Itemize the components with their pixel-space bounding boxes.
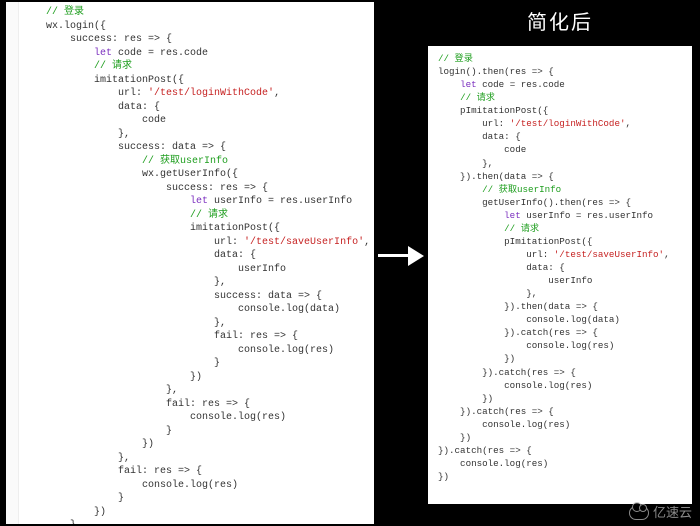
code-panel-before: // 登录 wx.login({ success: res => { let c…	[6, 2, 374, 524]
watermark: 亿速云	[629, 504, 692, 522]
cloud-icon	[629, 506, 649, 520]
code-panel-after: // 登录 login().then(res => { let code = r…	[428, 46, 692, 504]
editor-gutter	[6, 2, 19, 524]
arrow-icon	[378, 244, 426, 268]
code-after: // 登录 login().then(res => { let code = r…	[438, 52, 686, 483]
watermark-text: 亿速云	[653, 504, 692, 522]
after-title: 简化后	[428, 10, 692, 37]
code-before: // 登录 wx.login({ success: res => { let c…	[22, 6, 368, 524]
comparison-stage: // 登录 wx.login({ success: res => { let c…	[0, 0, 700, 526]
